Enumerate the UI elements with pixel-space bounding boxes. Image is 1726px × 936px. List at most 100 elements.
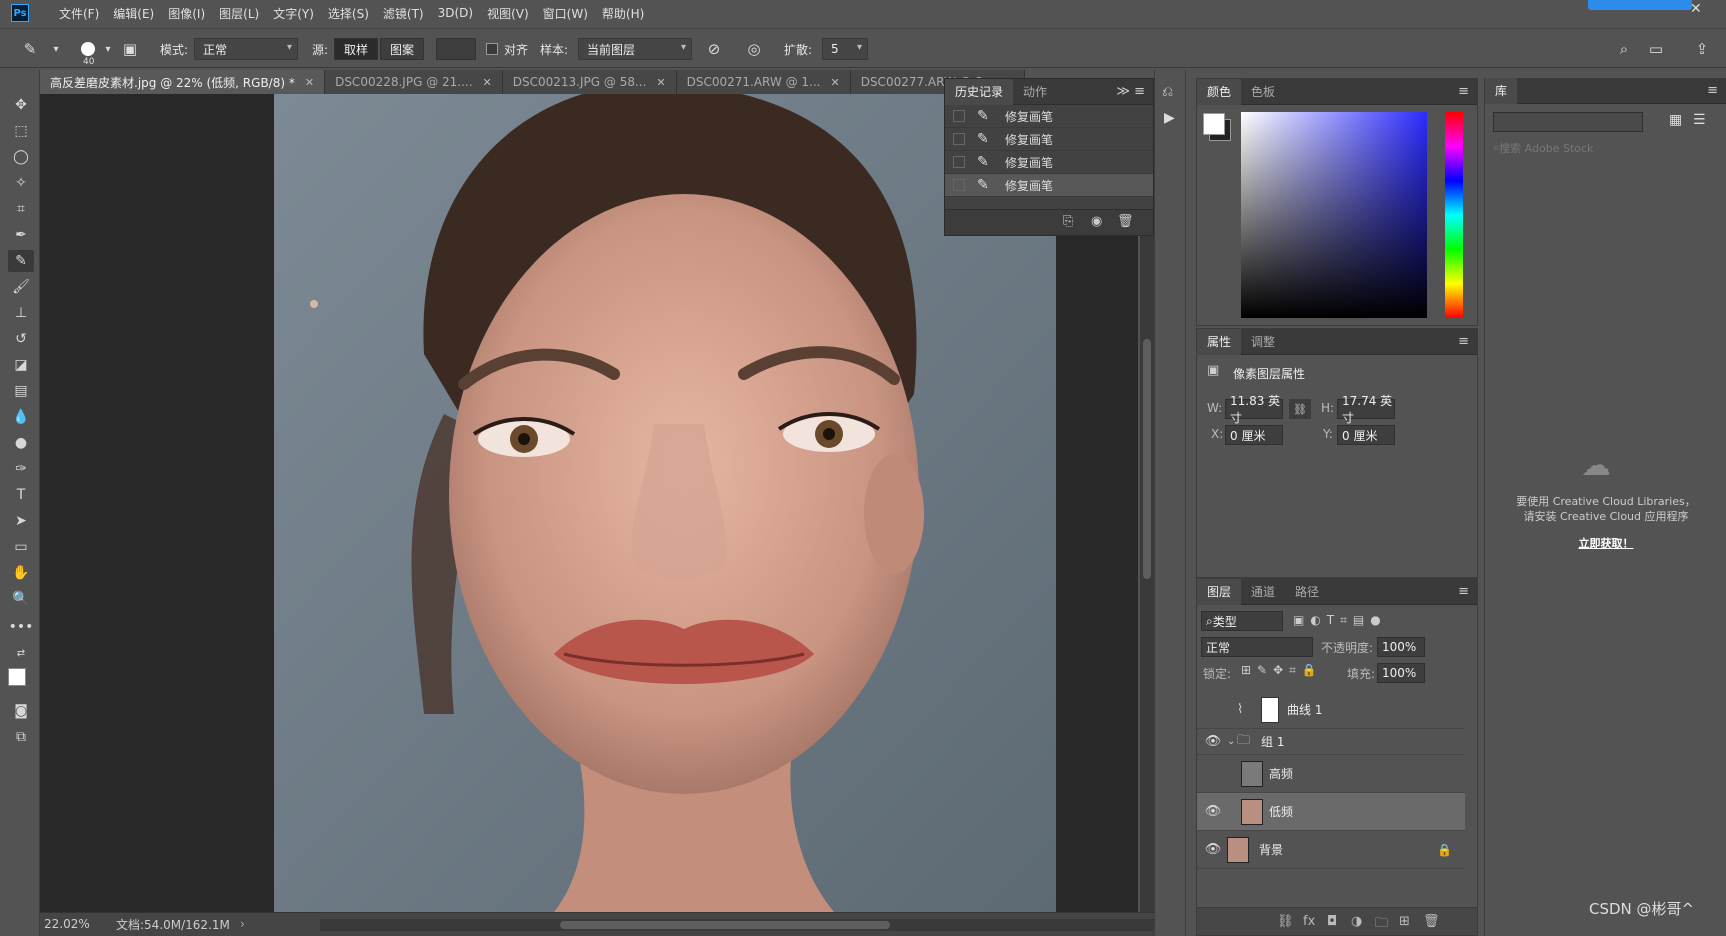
layer-row-background[interactable]: 👁 背景 🔒	[1197, 831, 1465, 869]
pen-tool-icon[interactable]: ✑	[8, 458, 34, 480]
gradient-tool-icon[interactable]: ▤	[8, 380, 34, 402]
link-layers-icon[interactable]: ⛓	[1277, 914, 1294, 929]
chevron-down-icon[interactable]: ▾	[46, 39, 66, 59]
diffusion-select[interactable]: 5 ▾	[822, 38, 868, 60]
history-item[interactable]: ✎ 修复画笔	[945, 174, 1153, 197]
share-icon[interactable]: ⇪	[1692, 39, 1712, 59]
foreground-color-swatch[interactable]	[1203, 113, 1225, 135]
horizontal-scrollbar[interactable]	[320, 919, 1160, 931]
library-select[interactable]	[1493, 112, 1643, 132]
scrollbar-thumb[interactable]	[560, 921, 890, 929]
healing-brush-preset-icon[interactable]: ✎	[20, 39, 40, 59]
panel-menu-icon[interactable]: ≡	[1458, 584, 1469, 599]
close-tab-icon[interactable]: ✕	[830, 76, 839, 89]
history-checkbox[interactable]	[953, 133, 965, 145]
color-picker-field[interactable]	[1241, 112, 1427, 318]
sample-select[interactable]: 当前图层 ▾	[578, 38, 692, 60]
layer-row-low-frequency[interactable]: 👁 低频	[1197, 793, 1465, 831]
healing-brush-tool-icon[interactable]: ✎	[8, 250, 34, 272]
tab-document-2[interactable]: DSC00228.JPG @ 21.... ✕	[325, 70, 503, 94]
close-tab-icon[interactable]: ✕	[656, 76, 665, 89]
cloud-badge[interactable]	[1588, 0, 1692, 10]
mode-select[interactable]: 正常 ▾	[194, 38, 298, 60]
eye-icon[interactable]: 👁	[1205, 804, 1222, 820]
source-pattern-button[interactable]: 图案	[380, 38, 424, 60]
menu-type[interactable]: 文字(Y)	[273, 5, 314, 22]
pressure-size-icon[interactable]: ▣	[120, 39, 140, 59]
menu-help[interactable]: 帮助(H)	[602, 5, 644, 22]
y-input[interactable]: 0 厘米	[1337, 425, 1395, 445]
trash-icon[interactable]: 🗑	[1117, 214, 1134, 229]
layer-style-icon[interactable]: fx	[1303, 914, 1315, 929]
zoom-tool-icon[interactable]: 🔍	[8, 588, 34, 610]
menu-layer[interactable]: 图层(L)	[219, 5, 259, 22]
foreground-color-swatch[interactable]	[8, 668, 26, 686]
menu-edit[interactable]: 编辑(E)	[113, 5, 154, 22]
eyedropper-tool-icon[interactable]: ✒	[8, 224, 34, 246]
brush-size-icon[interactable]	[78, 39, 98, 59]
zoom-level[interactable]: 22.02%	[44, 913, 90, 935]
eraser-tool-icon[interactable]: ◪	[8, 354, 34, 376]
visibility-toggle[interactable]	[1205, 766, 1221, 782]
history-item[interactable]: ✎ 修复画笔	[945, 105, 1153, 128]
panel-menu-icon[interactable]: ≫ ≡	[1116, 84, 1145, 99]
quick-select-tool-icon[interactable]: ✧	[8, 172, 34, 194]
visibility-toggle[interactable]	[1205, 702, 1221, 718]
chevron-down-icon[interactable]: ▾	[98, 39, 118, 59]
hand-tool-icon[interactable]: ✋	[8, 562, 34, 584]
type-tool-icon[interactable]: T	[8, 484, 34, 506]
brush-tool-icon[interactable]: 🖌	[8, 276, 34, 298]
tab-history[interactable]: 历史记录	[945, 78, 1014, 105]
menu-file[interactable]: 文件(F)	[59, 5, 99, 22]
menu-view[interactable]: 视图(V)	[487, 5, 529, 22]
menu-3d[interactable]: 3D(D)	[438, 6, 473, 20]
pattern-picker[interactable]	[436, 38, 476, 60]
chevron-right-icon[interactable]: ›	[240, 913, 245, 935]
tab-document-4[interactable]: DSC00271.ARW @ 1... ✕	[676, 70, 851, 94]
close-tab-icon[interactable]: ✕	[305, 76, 314, 89]
new-layer-icon[interactable]: ⊞	[1399, 914, 1410, 929]
list-view-icon[interactable]: ☰	[1693, 112, 1706, 128]
history-checkbox[interactable]	[953, 156, 965, 168]
blend-mode-select[interactable]: 正常	[1201, 637, 1313, 657]
dodge-tool-icon[interactable]: ●	[8, 432, 34, 454]
height-input[interactable]: 17.74 英寸	[1337, 394, 1395, 425]
layer-mask-thumbnail[interactable]	[1261, 696, 1279, 723]
tab-adjustments[interactable]: 调整	[1241, 329, 1285, 355]
x-input[interactable]: 0 厘米	[1225, 425, 1283, 445]
close-window-icon[interactable]: ✕	[1690, 1, 1702, 17]
history-panel-icon[interactable]: ⎌	[1162, 84, 1173, 100]
panel-menu-icon[interactable]: ≡	[1458, 334, 1469, 349]
source-sampled-button[interactable]: 取样	[334, 38, 378, 60]
layer-row-curves[interactable]: ⌇ 曲线 1	[1197, 691, 1465, 729]
pressure-icon[interactable]: ◎	[744, 39, 764, 59]
tab-paths[interactable]: 路径	[1285, 579, 1329, 605]
opacity-input[interactable]: 100%	[1377, 637, 1425, 657]
fill-input[interactable]: 100%	[1377, 663, 1425, 683]
eye-icon[interactable]: 👁	[1205, 734, 1222, 750]
swap-colors-icon[interactable]: ⇄	[8, 642, 34, 664]
layer-filter-select[interactable]: ⌕ 类型	[1201, 611, 1283, 631]
tab-color[interactable]: 颜色	[1197, 78, 1242, 105]
lock-icons[interactable]: ⊞✎✥⌗🔒	[1241, 663, 1323, 678]
panel-menu-icon[interactable]: ≡	[1458, 84, 1469, 99]
search-icon[interactable]: ⌕	[1614, 39, 1634, 59]
scrollbar-thumb[interactable]	[1143, 339, 1151, 579]
get-now-link[interactable]: 立即获取！	[1485, 535, 1726, 551]
new-document-from-state-icon[interactable]: ⎘	[1063, 214, 1073, 229]
marquee-tool-icon[interactable]: ⬚	[8, 120, 34, 142]
rectangle-tool-icon[interactable]: ▭	[8, 536, 34, 558]
panel-menu-icon[interactable]: ≡	[1707, 83, 1718, 98]
history-brush-tool-icon[interactable]: ↺	[8, 328, 34, 350]
trash-icon[interactable]: 🗑	[1423, 914, 1440, 929]
history-item[interactable]: ✎ 修复画笔	[945, 151, 1153, 174]
menu-window[interactable]: 窗口(W)	[543, 5, 588, 22]
tab-layers[interactable]: 图层	[1197, 578, 1242, 605]
tab-library[interactable]: 库	[1485, 77, 1518, 104]
workspace-icon[interactable]: ▭	[1646, 39, 1666, 59]
tab-document-1[interactable]: 高反差磨皮素材.jpg @ 22% (低频, RGB/8) * ✕	[40, 70, 326, 94]
history-checkbox[interactable]	[953, 110, 965, 122]
grid-view-icon[interactable]: ▦	[1669, 112, 1682, 128]
stock-search-input[interactable]: ⌕ 搜索 Adobe Stock	[1493, 138, 1713, 158]
hue-slider[interactable]	[1445, 112, 1463, 318]
